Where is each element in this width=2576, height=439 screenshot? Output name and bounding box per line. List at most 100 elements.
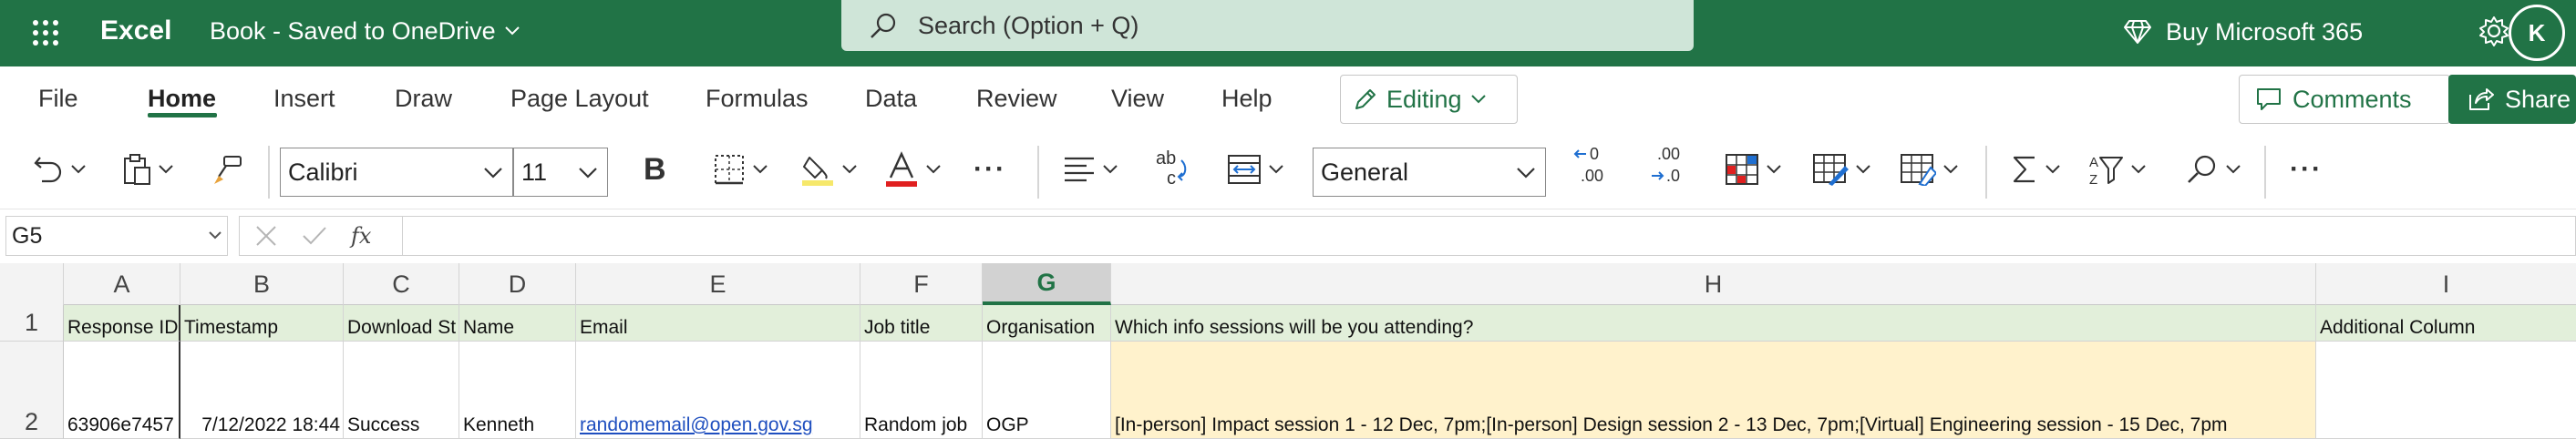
app-launcher-icon[interactable]	[27, 10, 64, 56]
confirm-icon[interactable]	[302, 225, 327, 247]
cell-i1[interactable]: Additional Column	[2316, 305, 2576, 342]
column-header-row: A B C D E F G H I	[0, 263, 2576, 305]
cell-e1[interactable]: Email	[576, 305, 860, 342]
cell-i2[interactable]	[2316, 342, 2576, 439]
formula-input[interactable]	[403, 216, 2576, 256]
diamond-icon	[2124, 19, 2151, 45]
tab-file[interactable]: File	[38, 80, 78, 117]
wrap-text-icon: ab c	[1154, 148, 1189, 188]
align-button[interactable]	[1063, 150, 1118, 189]
column-header-b[interactable]: B	[180, 263, 344, 305]
more-icon: ···	[2290, 154, 2323, 184]
share-label: Share	[2505, 85, 2571, 113]
format-painter-icon	[211, 154, 244, 185]
tab-insert[interactable]: Insert	[273, 80, 335, 117]
font-name-select[interactable]: Calibri	[280, 148, 513, 197]
cell-a1[interactable]: Response ID	[64, 305, 180, 342]
chevron-down-icon	[1856, 165, 1870, 174]
cell-c2[interactable]: Success	[344, 342, 459, 439]
search-input[interactable]: Search (Option + Q)	[841, 0, 1694, 51]
chevron-down-icon	[1943, 165, 1958, 174]
share-button[interactable]: Share	[2448, 75, 2576, 124]
tab-data[interactable]: Data	[865, 80, 917, 117]
row-header-1[interactable]: 1	[0, 305, 64, 342]
svg-text:.0: .0	[1666, 167, 1680, 185]
svg-text:A: A	[2089, 155, 2098, 170]
fill-color-button[interactable]	[800, 150, 857, 189]
spreadsheet-grid: A B C D E F G H I 1 2 Response ID Timest…	[0, 263, 2576, 439]
column-header-g[interactable]: G	[983, 263, 1111, 305]
cell-styles-button[interactable]	[1900, 150, 1958, 189]
cell-h2[interactable]: [In-person] Impact session 1 - 12 Dec, 7…	[1111, 342, 2316, 439]
undo-button[interactable]	[33, 150, 86, 189]
font-color-icon	[884, 151, 919, 188]
cell-d2[interactable]: Kenneth	[459, 342, 576, 439]
column-header-e[interactable]: E	[576, 263, 860, 305]
cell-f2[interactable]: Random job	[860, 342, 983, 439]
row-header-2[interactable]: 2	[0, 342, 64, 439]
cell-e2-email-link[interactable]: randomemail@open.gov.sg	[576, 342, 860, 439]
cancel-icon[interactable]	[254, 224, 278, 248]
column-header-i[interactable]: I	[2316, 263, 2576, 305]
tab-help[interactable]: Help	[1221, 80, 1273, 117]
tab-page-layout[interactable]: Page Layout	[510, 80, 649, 117]
chevron-down-icon	[2131, 165, 2146, 174]
cell-d1[interactable]: Name	[459, 305, 576, 342]
sort-filter-icon: AZ	[2087, 152, 2124, 187]
app-name[interactable]: Excel	[100, 13, 171, 49]
editing-mode-button[interactable]: Editing	[1340, 75, 1518, 124]
conditional-formatting-button[interactable]	[1725, 150, 1781, 189]
insert-function-button[interactable]: fx	[351, 223, 371, 249]
bold-button[interactable]: B	[644, 150, 666, 189]
tab-draw[interactable]: Draw	[395, 80, 452, 117]
font-size-select[interactable]: 11	[513, 148, 608, 197]
increase-decimal-button[interactable]: .00.0	[1650, 143, 1690, 187]
more-font-options-button[interactable]: ···	[974, 150, 1006, 189]
comments-button[interactable]: Comments	[2239, 75, 2450, 124]
column-header-d[interactable]: D	[459, 263, 576, 305]
paste-button[interactable]	[122, 150, 173, 189]
svg-text:ab: ab	[1156, 148, 1176, 168]
avatar[interactable]: K	[2509, 5, 2565, 61]
chevron-down-icon	[578, 161, 598, 183]
chevron-down-icon	[504, 26, 520, 36]
font-size-value: 11	[521, 158, 548, 186]
tab-home[interactable]: Home	[148, 80, 216, 117]
tab-review[interactable]: Review	[976, 80, 1057, 117]
cell-f1[interactable]: Job title	[860, 305, 983, 342]
increase-decimal-icon: .00.0	[1650, 143, 1690, 187]
cell-a2[interactable]: 63906e7457	[64, 342, 180, 439]
document-title[interactable]: Book - Saved to OneDrive	[210, 13, 520, 49]
column-header-c[interactable]: C	[344, 263, 459, 305]
cell-h1[interactable]: Which info sessions will be you attendin…	[1111, 305, 2316, 342]
cell-g2[interactable]: OGP	[983, 342, 1111, 439]
merge-button[interactable]	[1227, 150, 1283, 189]
fill-color-icon	[800, 152, 835, 187]
sort-filter-button[interactable]: AZ	[2087, 150, 2146, 189]
more-options-button[interactable]: ···	[2290, 150, 2323, 189]
wrap-text-button[interactable]: ab c	[1154, 148, 1189, 188]
find-button[interactable]	[2186, 150, 2241, 189]
format-painter-button[interactable]	[211, 150, 244, 189]
font-color-button[interactable]	[884, 150, 941, 189]
borders-button[interactable]	[713, 150, 768, 189]
tab-formulas[interactable]: Formulas	[706, 80, 809, 117]
cell-g1[interactable]: Organisation	[983, 305, 1111, 342]
select-all-corner[interactable]	[0, 263, 64, 305]
cell-b1[interactable]: Timestamp	[180, 305, 344, 342]
column-header-a[interactable]: A	[64, 263, 180, 305]
name-box[interactable]: G5	[5, 216, 228, 256]
buy-microsoft-365-button[interactable]: Buy Microsoft 365	[2124, 9, 2363, 55]
cell-c1[interactable]: Download St	[344, 305, 459, 342]
format-as-table-button[interactable]	[1812, 150, 1870, 189]
number-format-select[interactable]: General	[1313, 148, 1546, 197]
column-header-f[interactable]: F	[860, 263, 983, 305]
tab-view[interactable]: View	[1111, 80, 1164, 117]
comments-label: Comments	[2293, 85, 2412, 113]
column-header-h[interactable]: H	[1111, 263, 2316, 305]
decrease-decimal-button[interactable]: 0.00	[1573, 145, 1613, 185]
cell-b2[interactable]: 7/12/2022 18:44	[180, 342, 344, 439]
ribbon-tab-bar: File Home Insert Draw Page Layout Formul…	[0, 66, 2576, 130]
chevron-down-icon	[1767, 165, 1781, 174]
autosum-button[interactable]	[2011, 150, 2060, 189]
